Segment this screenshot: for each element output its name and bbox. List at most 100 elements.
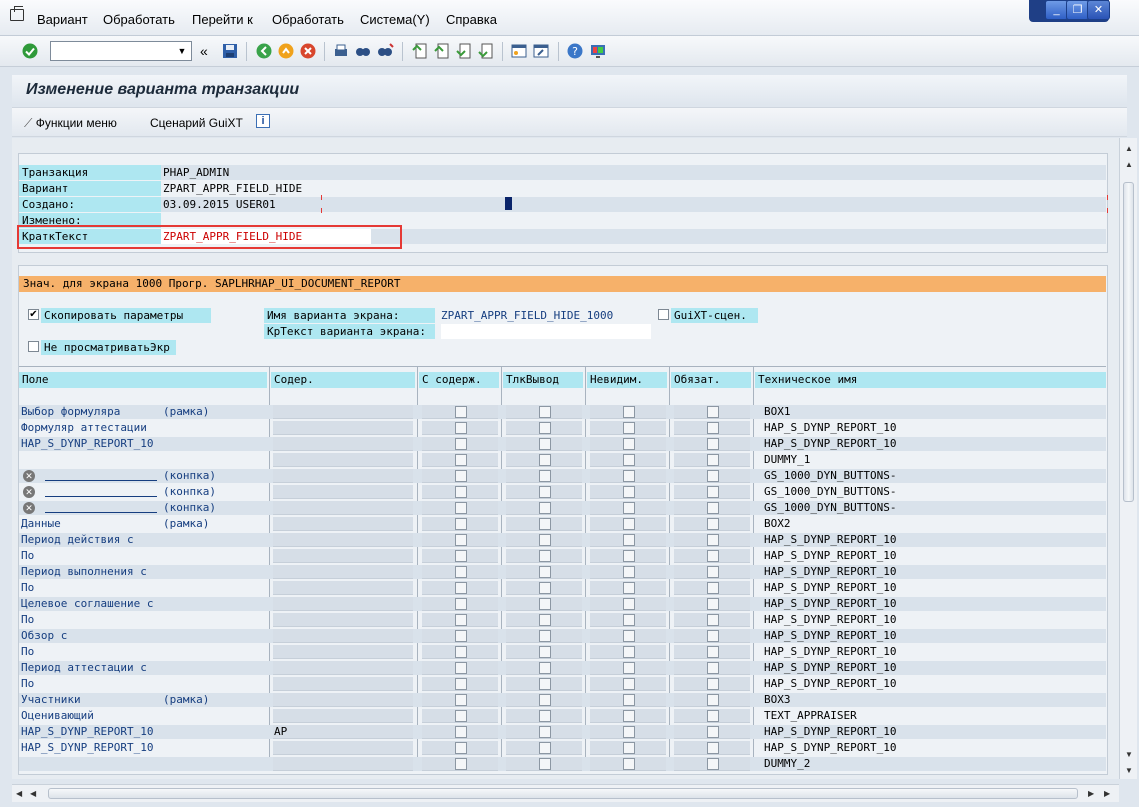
content-input[interactable]	[273, 549, 413, 563]
col-header-invisible[interactable]: Невидим.	[587, 372, 667, 388]
output-only-checkbox[interactable]	[539, 614, 551, 626]
with-content-checkbox[interactable]	[455, 758, 467, 770]
content-input[interactable]	[273, 757, 413, 771]
chevron-down-icon[interactable]: ▼	[175, 44, 189, 58]
with-content-checkbox[interactable]	[455, 710, 467, 722]
with-content-checkbox[interactable]	[455, 550, 467, 562]
output-only-checkbox[interactable]	[539, 534, 551, 546]
scroll-down-icon[interactable]: ▼	[1125, 750, 1133, 759]
content-input[interactable]	[273, 661, 413, 675]
first-page-icon[interactable]	[410, 42, 428, 60]
content-input[interactable]	[273, 581, 413, 595]
output-only-checkbox[interactable]	[539, 678, 551, 690]
content-input[interactable]	[273, 485, 413, 499]
scroll-right-icon[interactable]: ▶	[1104, 789, 1110, 798]
functions-menu-button[interactable]: ⟋ Функции меню	[24, 116, 117, 131]
with-content-checkbox[interactable]	[455, 470, 467, 482]
command-field[interactable]: ▼	[50, 41, 192, 61]
required-checkbox[interactable]	[707, 742, 719, 754]
required-checkbox[interactable]	[707, 470, 719, 482]
required-checkbox[interactable]	[707, 422, 719, 434]
with-content-checkbox[interactable]	[455, 502, 467, 514]
with-content-checkbox[interactable]	[455, 742, 467, 754]
invisible-checkbox[interactable]	[623, 614, 635, 626]
invisible-checkbox[interactable]	[623, 518, 635, 530]
col-header-output-only[interactable]: ТлкВывод	[503, 372, 583, 388]
required-checkbox[interactable]	[707, 614, 719, 626]
with-content-checkbox[interactable]	[455, 598, 467, 610]
output-only-checkbox[interactable]	[539, 598, 551, 610]
content-input[interactable]	[273, 501, 413, 515]
output-only-checkbox[interactable]	[539, 758, 551, 770]
output-only-checkbox[interactable]	[539, 518, 551, 530]
output-only-checkbox[interactable]	[539, 646, 551, 658]
enter-icon[interactable]	[21, 42, 39, 60]
invisible-checkbox[interactable]	[623, 646, 635, 658]
output-only-checkbox[interactable]	[539, 662, 551, 674]
col-header-field[interactable]: Поле	[19, 372, 267, 388]
with-content-checkbox[interactable]	[455, 406, 467, 418]
content-input[interactable]	[273, 613, 413, 627]
invisible-checkbox[interactable]	[623, 438, 635, 450]
content-input[interactable]	[273, 629, 413, 643]
invisible-checkbox[interactable]	[623, 662, 635, 674]
content-input[interactable]	[273, 645, 413, 659]
find-next-icon[interactable]	[376, 42, 394, 60]
invisible-checkbox[interactable]	[623, 694, 635, 706]
invisible-checkbox[interactable]	[623, 678, 635, 690]
minimize-icon[interactable]: _	[1045, 0, 1068, 20]
required-checkbox[interactable]	[707, 454, 719, 466]
guixt-checkbox[interactable]	[658, 309, 669, 320]
menu-edit-2[interactable]: Обработать	[272, 12, 344, 27]
restore-icon[interactable]: ❐	[1066, 0, 1089, 20]
output-only-checkbox[interactable]	[539, 710, 551, 722]
invisible-checkbox[interactable]	[623, 486, 635, 498]
required-checkbox[interactable]	[707, 598, 719, 610]
menu-system[interactable]: Система(Y)	[360, 12, 430, 27]
invisible-checkbox[interactable]	[623, 550, 635, 562]
required-checkbox[interactable]	[707, 566, 719, 578]
scroll-down-icon[interactable]: ▼	[1125, 766, 1133, 775]
scroll-right-icon[interactable]: ▶	[1088, 789, 1094, 798]
scroll-up-icon[interactable]: ▲	[1125, 160, 1133, 169]
with-content-checkbox[interactable]	[455, 694, 467, 706]
with-content-checkbox[interactable]	[455, 438, 467, 450]
invisible-checkbox[interactable]	[623, 454, 635, 466]
scroll-left-icon[interactable]: ◀	[16, 789, 22, 798]
new-session-icon[interactable]	[510, 42, 528, 60]
with-content-checkbox[interactable]	[455, 614, 467, 626]
output-only-checkbox[interactable]	[539, 470, 551, 482]
content-input[interactable]	[273, 709, 413, 723]
customize-icon[interactable]	[589, 42, 607, 60]
output-only-checkbox[interactable]	[539, 406, 551, 418]
print-icon[interactable]	[332, 42, 350, 60]
output-only-checkbox[interactable]	[539, 454, 551, 466]
horizontal-scrollbar[interactable]: ◀ ◀ ▶ ▶	[12, 784, 1119, 802]
with-content-checkbox[interactable]	[455, 678, 467, 690]
menu-help[interactable]: Справка	[446, 12, 497, 27]
output-only-checkbox[interactable]	[539, 694, 551, 706]
required-checkbox[interactable]	[707, 550, 719, 562]
with-content-checkbox[interactable]	[455, 518, 467, 530]
content-input[interactable]	[273, 677, 413, 691]
required-checkbox[interactable]	[707, 710, 719, 722]
required-checkbox[interactable]	[707, 502, 719, 514]
with-content-checkbox[interactable]	[455, 726, 467, 738]
output-only-checkbox[interactable]	[539, 566, 551, 578]
invisible-checkbox[interactable]	[623, 534, 635, 546]
required-checkbox[interactable]	[707, 694, 719, 706]
info-icon[interactable]: i	[256, 114, 270, 128]
menu-variant[interactable]: Вариант	[37, 12, 88, 27]
shortcut-icon[interactable]	[532, 42, 550, 60]
output-only-checkbox[interactable]	[539, 438, 551, 450]
content-input[interactable]	[273, 597, 413, 611]
required-checkbox[interactable]	[707, 758, 719, 770]
content-input[interactable]	[273, 437, 413, 451]
required-checkbox[interactable]	[707, 486, 719, 498]
with-content-checkbox[interactable]	[455, 646, 467, 658]
vertical-scrollbar[interactable]: ▲ ▲ ▼ ▼	[1119, 138, 1137, 779]
content-input[interactable]	[273, 517, 413, 531]
output-only-checkbox[interactable]	[539, 422, 551, 434]
invisible-checkbox[interactable]	[623, 726, 635, 738]
back-icon[interactable]	[255, 42, 273, 60]
